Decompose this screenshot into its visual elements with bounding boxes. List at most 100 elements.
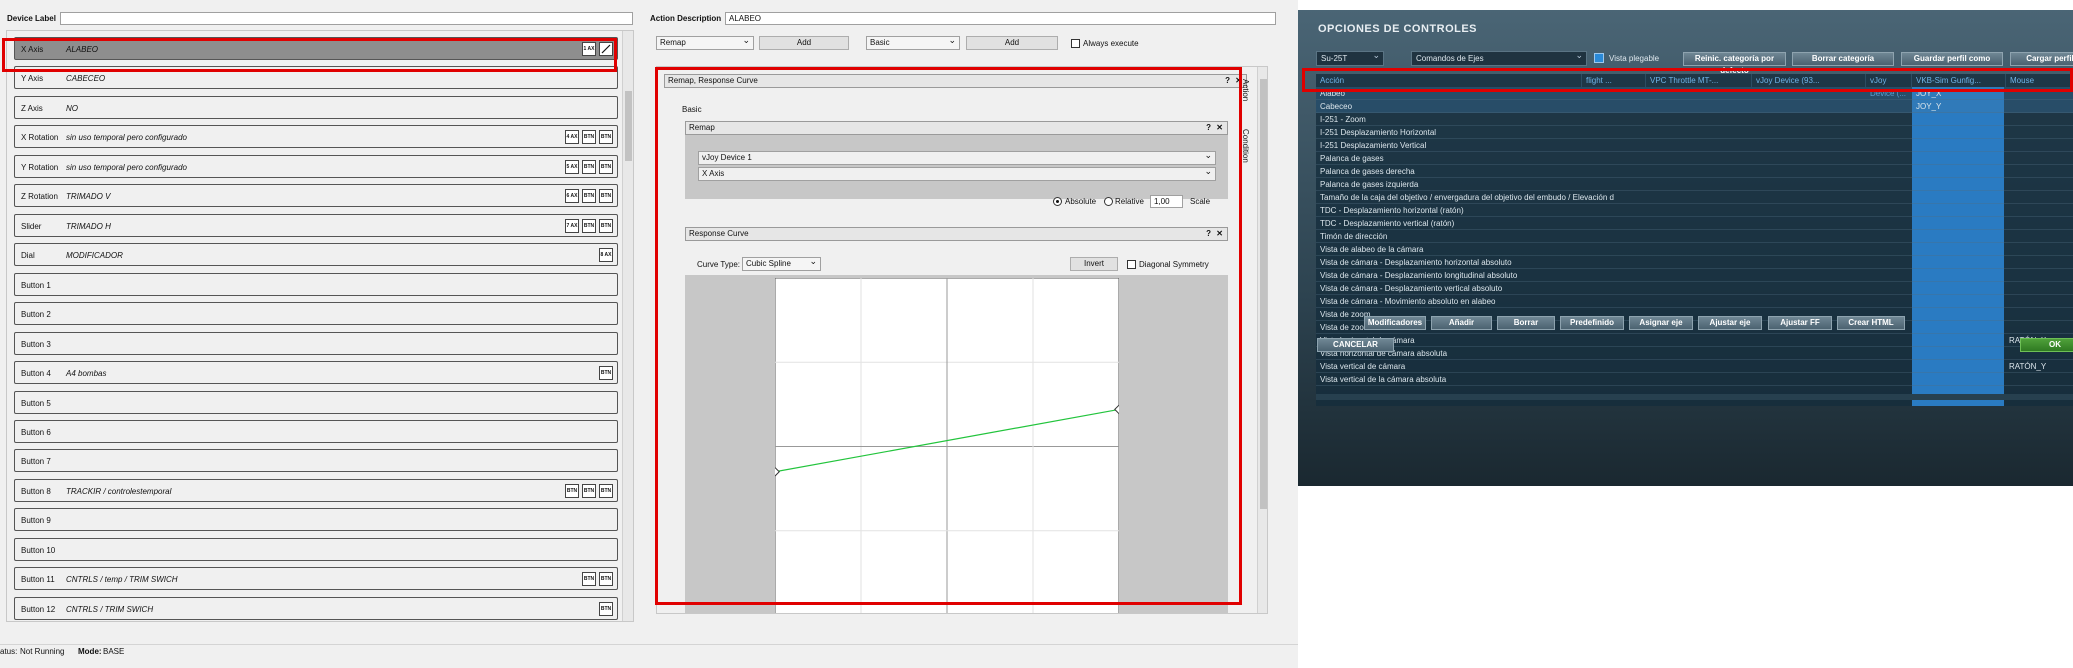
container-type-select[interactable]: Basic	[866, 34, 960, 50]
table-row[interactable]: I-251 Desplazamiento Horizontal	[1316, 126, 2073, 139]
row-vkb-binding[interactable]: JOY_Y	[1916, 100, 1941, 113]
table-row[interactable]: Vista de cámara - Desplazamiento longitu…	[1316, 269, 2073, 282]
device-row[interactable]: Button 8 TRACKIR / controlestemporal BTN BT…	[14, 478, 618, 502]
button-mapping-icon[interactable]: BTN	[582, 572, 596, 587]
button-mapping-icon[interactable]: BTN	[582, 159, 596, 174]
bottom-button-6[interactable]: Ajustar FF	[1768, 316, 1832, 330]
device-row[interactable]: Button 11 CNTRLS / temp / TRIM SWICH BTN BT…	[14, 567, 618, 591]
table-row[interactable]: Vista de cámara - Desplazamiento vertica…	[1316, 282, 2073, 295]
button-mapping-icon[interactable]: BTN	[565, 483, 579, 498]
reset-category-button[interactable]: Reinic. categoría por defecto	[1683, 52, 1786, 75]
button-mapping-icon[interactable]: BTN	[599, 130, 613, 145]
invert-button[interactable]: Invert	[1070, 257, 1118, 271]
table-header-col-vkb[interactable]: VKB-Sim Gunfig...	[1912, 74, 2006, 87]
button-mapping-icon[interactable]: BTN	[582, 218, 596, 233]
button-mapping-icon[interactable]: BTN	[582, 130, 596, 145]
ok-button[interactable]: OK	[2020, 338, 2073, 352]
device-row[interactable]: Button 6	[14, 419, 618, 443]
load-profile-button[interactable]: Cargar perfil	[2010, 52, 2073, 66]
axis-mapping-icon[interactable]: 6 AX	[565, 189, 579, 204]
button-mapping-icon[interactable]: BTN	[599, 189, 613, 204]
bottom-button-2[interactable]: Borrar	[1497, 316, 1555, 330]
table-row[interactable]: Vista vertical de la cámara absoluta	[1316, 373, 2073, 386]
aircraft-select[interactable]: Su-25T	[1316, 49, 1384, 66]
table-row[interactable]: Timón de dirección	[1316, 230, 2073, 243]
device-row[interactable]: Dial MODIFICADOR 8 AX	[14, 243, 618, 267]
table-header-col-vpc-throttle[interactable]: VPC Throttle MT-...	[1646, 74, 1752, 87]
action-side-tab[interactable]: Action	[1241, 79, 1250, 101]
axis-mapping-icon[interactable]: 8 AX	[599, 248, 613, 263]
button-mapping-icon[interactable]: BTN	[599, 483, 613, 498]
table-row[interactable]: Vista de cámara - Movimiento absoluto en…	[1316, 295, 2073, 308]
help-icon[interactable]: ?	[1225, 75, 1230, 87]
device-row[interactable]: Button 9	[14, 508, 618, 532]
bottom-button-7[interactable]: Crear HTML	[1837, 316, 1905, 330]
button-mapping-icon[interactable]: BTN	[599, 366, 613, 381]
table-row[interactable]: Vista de cámara - Desplazamiento horizon…	[1316, 256, 2073, 269]
bottom-button-1[interactable]: Añadir	[1431, 316, 1492, 330]
device-row[interactable]: X Rotation sin uso temporal pero configur…	[14, 125, 618, 149]
vjoy-device-select[interactable]: vJoy Device 1	[698, 149, 1216, 165]
device-row[interactable]: Button 4 A4 bombas BTN	[14, 361, 618, 385]
table-row[interactable]: I-251 - Zoom	[1316, 113, 2073, 126]
device-row[interactable]: Button 10	[14, 537, 618, 561]
table-row[interactable]: Vista de alabeo de la cámara	[1316, 243, 2073, 256]
table-row[interactable]: Alabeo JOY_X	[1316, 87, 2073, 100]
device-row[interactable]: Slider TRIMADO H7 AX BTN BTN	[14, 213, 618, 237]
action-type-select[interactable]: Remap	[656, 34, 754, 50]
device-row[interactable]: Button 7	[14, 449, 618, 473]
curve-help-icon[interactable]: ?	[1206, 228, 1211, 240]
table-row[interactable]: Vista de zoom	[1316, 308, 2073, 321]
device-row[interactable]: Button 5	[14, 390, 618, 414]
device-row[interactable]: Button 1	[14, 272, 618, 296]
action-panel-scroll-thumb[interactable]	[1260, 79, 1267, 509]
foldable-view-checkbox[interactable]	[1594, 53, 1604, 63]
add-container-button[interactable]: Add	[966, 36, 1058, 50]
absolute-radio[interactable]	[1053, 197, 1062, 206]
axis-mapping-icon[interactable]: 1 AX	[582, 42, 596, 56]
cancel-button[interactable]: CANCELAR	[1317, 338, 1394, 352]
axis-mapping-icon[interactable]: 5 AX	[565, 159, 579, 174]
clear-category-button[interactable]: Borrar categoría	[1792, 52, 1894, 66]
table-header-col-vjoy-1[interactable]: vJoy Device (93...	[1752, 74, 1866, 87]
diagonal-symmetry-checkbox[interactable]	[1127, 260, 1136, 269]
action-description-input[interactable]: ALABEO	[725, 12, 1276, 25]
axis-mapping-icon[interactable]: 4 AX	[565, 130, 579, 145]
response-curve-icon[interactable]	[599, 42, 613, 56]
device-row[interactable]: Button 2	[14, 302, 618, 326]
bottom-button-4[interactable]: Asignar eje	[1629, 316, 1693, 330]
table-header-col-vjoy-2[interactable]: vJoy Device (...	[1866, 74, 1912, 98]
button-mapping-icon[interactable]: BTN	[599, 572, 613, 587]
always-execute-checkbox[interactable]	[1071, 39, 1080, 48]
table-horizontal-scrollbar[interactable]	[1316, 394, 2073, 400]
table-row[interactable]: Palanca de gases	[1316, 152, 2073, 165]
vjoy-axis-select[interactable]: X Axis	[698, 165, 1216, 181]
row-mouse-binding[interactable]: RATÓN_Y	[2009, 360, 2046, 373]
table-header-col-flight[interactable]: flight ...	[1582, 74, 1646, 87]
category-select[interactable]: Comandos de Ejes	[1411, 49, 1587, 66]
response-curve-plot[interactable]	[775, 278, 1119, 614]
device-row[interactable]: Y Axis CABECEO	[14, 66, 618, 90]
button-mapping-icon[interactable]: BTN	[599, 601, 613, 616]
bottom-button-3[interactable]: Predefinido	[1560, 316, 1624, 330]
table-row[interactable]: TDC - Desplazamiento horizontal (ratón)	[1316, 204, 2073, 217]
table-row[interactable]: Cabeceo JOY_Y	[1316, 100, 2073, 113]
save-profile-button[interactable]: Guardar perfil como	[1901, 52, 2003, 66]
button-mapping-icon[interactable]: BTN	[599, 218, 613, 233]
axis-mapping-icon[interactable]: 7 AX	[565, 218, 579, 233]
device-row[interactable]: Z Axis NO	[14, 95, 618, 119]
table-row[interactable]: Vista horizontal de cámara absoluta	[1316, 347, 2073, 360]
device-row[interactable]: Z Rotation TRIMADO V6 AX BTN BTN	[14, 184, 618, 208]
table-row[interactable]: Palanca de gases izquierda	[1316, 178, 2073, 191]
condition-side-tab[interactable]: Condition	[1241, 129, 1250, 163]
basic-tab-label[interactable]: Basic	[682, 105, 702, 114]
table-header-col-action[interactable]: Acción	[1316, 74, 1582, 87]
button-mapping-icon[interactable]: BTN	[599, 159, 613, 174]
row-vkb-binding[interactable]: JOY_X	[1916, 87, 1941, 100]
device-list-scroll-thumb[interactable]	[625, 91, 632, 161]
relative-radio[interactable]	[1104, 197, 1113, 206]
device-row[interactable]: Y Rotation sin uso temporal pero configur…	[14, 154, 618, 178]
device-row[interactable]: Button 3	[14, 331, 618, 355]
scale-spinbox[interactable]: 1,00	[1150, 195, 1183, 208]
table-row[interactable]: I-251 Desplazamiento Vertical	[1316, 139, 2073, 152]
